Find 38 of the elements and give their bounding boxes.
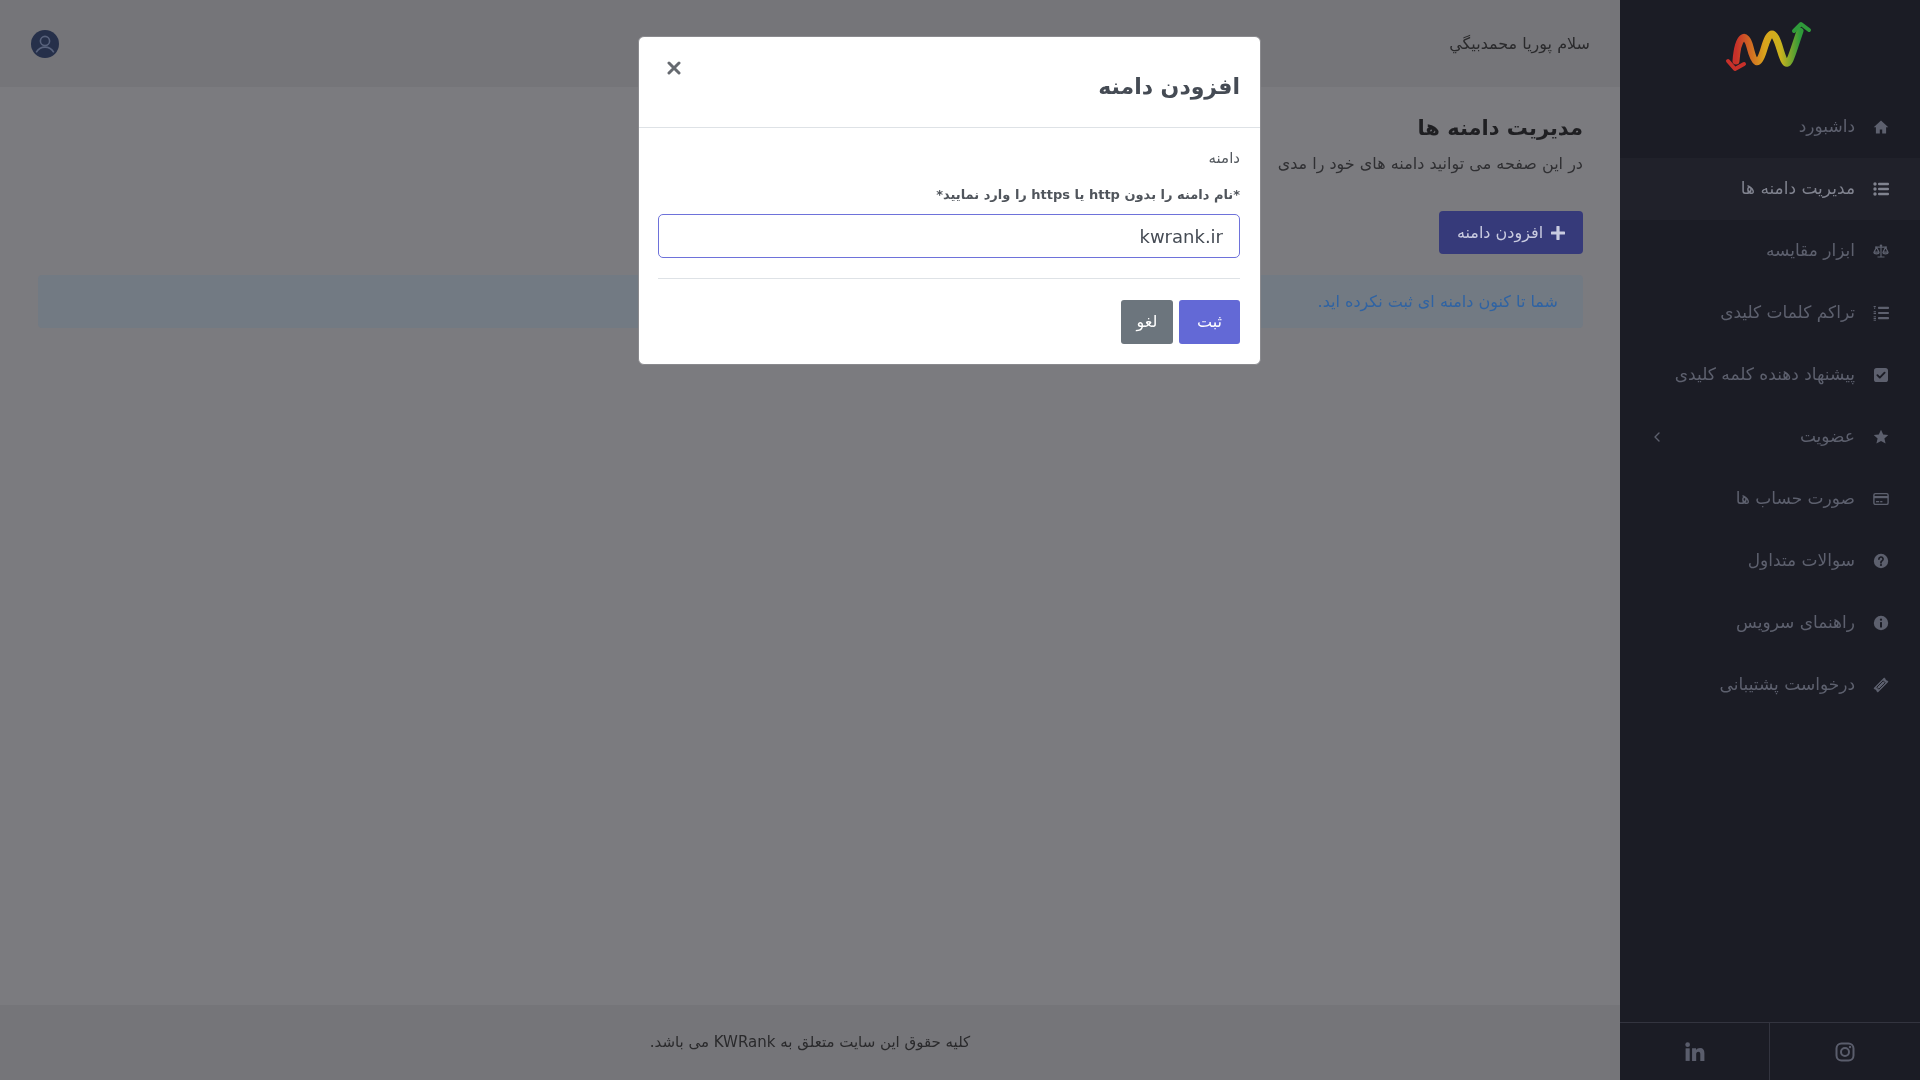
sidebar-item[interactable]: داشبورد: [1798, 114, 1855, 140]
sidebar-item[interactable]: درخواست پشتیبانی: [1719, 672, 1855, 698]
dialog-title: افزودن دامنه: [1098, 74, 1240, 99]
field-label: دامنه: [1208, 149, 1240, 167]
sidebar-item[interactable]: عضویت: [1799, 424, 1855, 450]
close-icon[interactable]: [667, 61, 681, 75]
sidebar-item[interactable]: پیشنهاد دهنده کلمه کلیدی: [1674, 362, 1855, 388]
page-title: مدیریت دامنه ها: [1417, 116, 1583, 140]
instagram-icon[interactable]: [1835, 1041, 1855, 1062]
info-icon[interactable]: [1873, 615, 1889, 631]
field-hint: *نام دامنه را بدون http یا https را وارد نمایید*: [936, 187, 1240, 202]
sidebar-item[interactable]: راهنمای سرویس: [1736, 610, 1855, 636]
sidebar-item[interactable]: تراکم کلمات کلیدی: [1720, 300, 1855, 326]
star-icon[interactable]: [1873, 429, 1889, 445]
submit-button[interactable]: ثبت: [1179, 300, 1240, 344]
plus-icon: [1551, 225, 1566, 240]
greeting-text: سلام پوریا محمدبیگي: [1449, 32, 1590, 56]
chevron-icon[interactable]: [1653, 431, 1661, 443]
domain-input[interactable]: kwrank.ir: [658, 214, 1240, 258]
sidebar-item[interactable]: مدیریت دامنه ها: [1740, 176, 1855, 202]
list-icon[interactable]: [1873, 181, 1889, 197]
add-domain-button[interactable]: افزودن دامنه: [1439, 211, 1583, 254]
checkbox-icon[interactable]: [1873, 367, 1889, 383]
balance-scale-icon[interactable]: [1873, 243, 1889, 259]
linkedin-icon[interactable]: [1684, 1042, 1705, 1061]
ticket-icon[interactable]: [1873, 677, 1889, 693]
cancel-button[interactable]: لغو: [1121, 300, 1173, 344]
credit-card-icon[interactable]: [1873, 491, 1889, 507]
sidebar-item[interactable]: صورت حساب ها: [1735, 486, 1855, 512]
sidebar-item[interactable]: ابزار مقایسه: [1765, 238, 1855, 264]
numbered-list-icon[interactable]: [1873, 305, 1889, 321]
question-icon[interactable]: [1873, 553, 1889, 569]
alert-message: شما تا کنون دامنه ای ثبت نکرده اید.: [1317, 290, 1558, 314]
home-icon[interactable]: [1873, 119, 1889, 135]
copyright-text: کلیه حقوق این سایت متعلق به KWRank می باشد.: [649, 1032, 971, 1054]
sidebar-item[interactable]: سوالات متداول: [1747, 548, 1855, 574]
user-avatar-icon[interactable]: [31, 29, 59, 58]
page-description: در این صفحه می توانید دامنه های خود را مدی: [1277, 154, 1583, 173]
